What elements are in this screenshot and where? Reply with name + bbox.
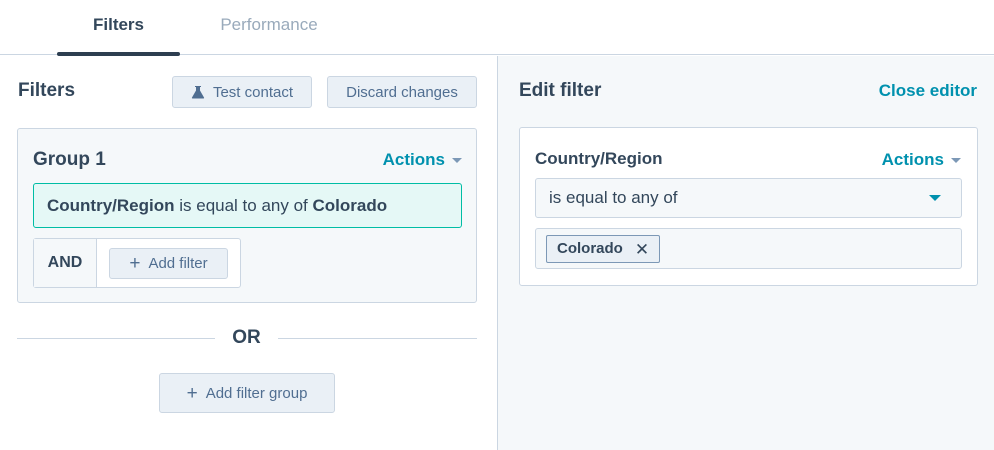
test-contact-label: Test contact (212, 83, 294, 101)
value-chip-label: Colorado (557, 240, 623, 257)
operator-select-value: is equal to any of (549, 188, 678, 207)
filter-row-country-region[interactable]: Country/Region is equal to any of Colora… (33, 183, 462, 228)
tab-bar: Filters Performance (0, 0, 994, 56)
add-filter-button[interactable]: + Add filter (109, 248, 228, 279)
plus-icon: + (129, 253, 141, 274)
and-label: AND (34, 239, 97, 287)
test-contact-button[interactable]: Test contact (172, 76, 312, 108)
edit-filter-card: Country/Region Actions is equal to any o… (519, 127, 978, 286)
operator-select[interactable]: is equal to any of (535, 178, 962, 218)
or-divider-left (17, 338, 215, 339)
caret-down-icon (929, 195, 941, 201)
filter-value: Colorado (312, 196, 388, 215)
and-filter-row: AND + Add filter (33, 238, 241, 288)
tab-performance[interactable]: Performance (205, 0, 333, 55)
edit-actions-label: Actions (881, 150, 944, 169)
flask-icon (191, 86, 205, 99)
filters-title: Filters (18, 80, 76, 101)
caret-down-icon (951, 157, 961, 163)
or-divider-right (278, 338, 477, 339)
discard-changes-button[interactable]: Discard changes (327, 76, 477, 108)
plus-icon: + (186, 382, 198, 404)
edit-filter-title: Edit filter (519, 80, 602, 101)
tab-filters[interactable]: Filters (57, 0, 180, 56)
values-input[interactable]: Colorado ✕ (535, 228, 962, 269)
filter-group-card: Group 1 Actions Country/Region is equal … (17, 128, 477, 303)
filters-pane: Filters Test contact Discard changes Gro… (0, 56, 497, 450)
value-chip: Colorado ✕ (546, 235, 661, 263)
group-actions-label: Actions (382, 150, 445, 169)
edit-filter-pane: Edit filter Close editor Country/Region … (497, 56, 994, 450)
add-filter-label: Add filter (148, 255, 208, 272)
filter-property: Country/Region (47, 196, 175, 215)
discard-changes-label: Discard changes (346, 83, 458, 101)
close-editor-link[interactable]: Close editor (879, 81, 977, 101)
group-title: Group 1 (33, 149, 106, 170)
add-filter-group-button[interactable]: + Add filter group (159, 373, 335, 413)
or-label: OR (232, 327, 261, 348)
add-filter-group-label: Add filter group (205, 384, 308, 402)
edit-actions-dropdown[interactable]: Actions (882, 150, 961, 170)
edit-property-name: Country/Region (535, 149, 663, 168)
caret-down-icon (452, 157, 462, 163)
group-actions-dropdown[interactable]: Actions (383, 150, 462, 170)
filter-operator: is equal to any of (179, 196, 313, 215)
close-icon[interactable]: ✕ (635, 241, 649, 258)
